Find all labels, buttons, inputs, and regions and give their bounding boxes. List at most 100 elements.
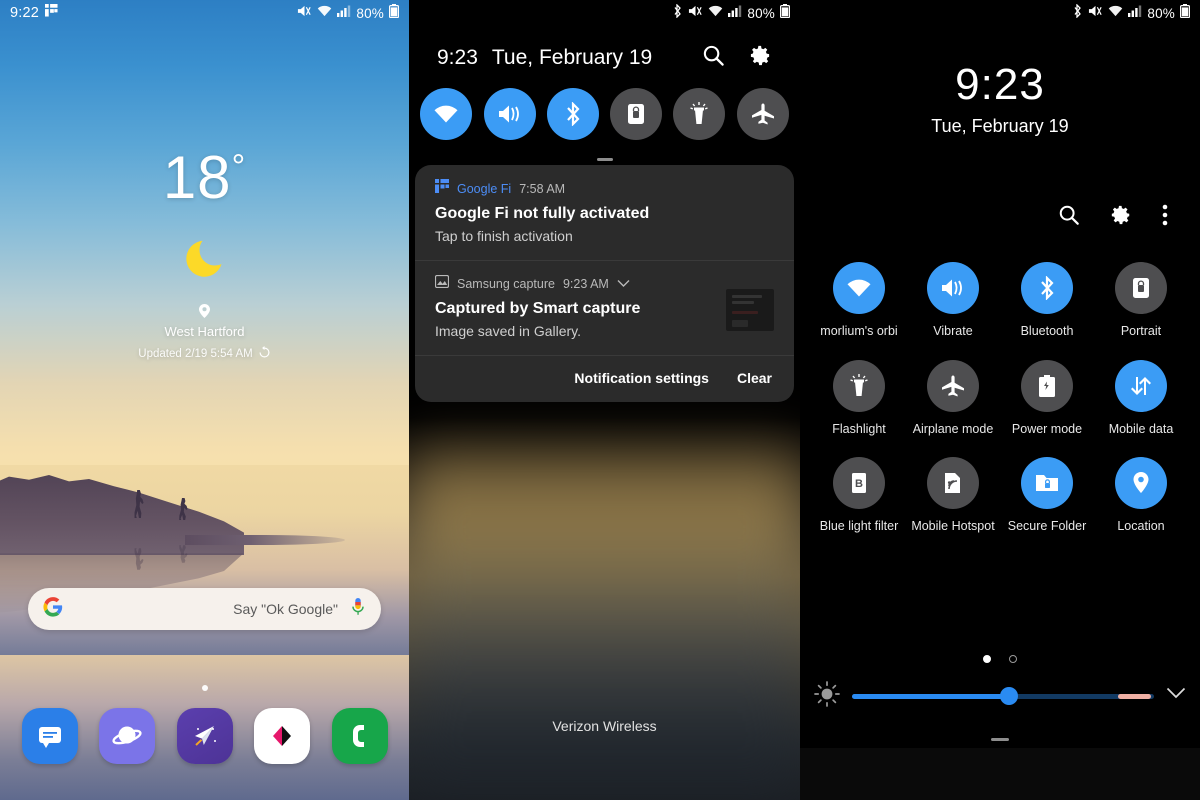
- airplane-icon[interactable]: [927, 359, 979, 412]
- qs-tile-portrait[interactable]: Portrait: [1098, 262, 1184, 340]
- bluetooth-icon: [1072, 2, 1083, 23]
- google-g-icon: [43, 596, 63, 622]
- qs-tile-label: Power mode: [1011, 421, 1083, 436]
- notification-thumbnail[interactable]: [726, 289, 774, 331]
- status-bar-clock: 9:22: [10, 5, 40, 21]
- mute-icon: [1088, 4, 1103, 23]
- qs-tile-flashlight[interactable]: Flashlight: [816, 359, 902, 438]
- qs-date: Tue, February 19: [931, 116, 1069, 137]
- qs-tile-row-3: B Blue light filter Mobile Hotspot Secur…: [816, 457, 1184, 535]
- location-pin-icon[interactable]: [1115, 457, 1167, 510]
- screenshot-stage: 9:22 80% 18° West Hartford Updated 2/19 …: [0, 0, 1200, 800]
- chevron-down-icon[interactable]: [1166, 687, 1186, 705]
- blue-light-icon[interactable]: B: [833, 457, 885, 510]
- qs-tile-location[interactable]: Location: [1098, 457, 1184, 535]
- weather-widget[interactable]: 18° West Hartford Updated 2/19 5:54 AM: [0, 148, 409, 362]
- rotation-lock-icon[interactable]: [1115, 262, 1167, 314]
- brightness-slider[interactable]: [852, 687, 1154, 705]
- search-icon[interactable]: [702, 44, 725, 72]
- dock-item-phone[interactable]: [331, 708, 388, 764]
- qs-tile-power-mode[interactable]: Power mode: [1004, 359, 1090, 438]
- power-mode-icon[interactable]: [1021, 359, 1073, 412]
- qs-tile-blue-light-filter[interactable]: B Blue light filter: [816, 457, 902, 535]
- gear-icon[interactable]: [749, 44, 772, 72]
- signal-icon: [337, 4, 351, 22]
- wifi-icon: [317, 4, 332, 22]
- toggle-airplane-mode[interactable]: [736, 88, 789, 140]
- qs-tile-bluetooth[interactable]: Bluetooth: [1004, 262, 1090, 340]
- more-vertical-icon[interactable]: [1162, 204, 1168, 231]
- qs-clock: 9:23: [955, 60, 1045, 109]
- battery-percent-label: 80%: [1147, 5, 1175, 21]
- brightness-slider-fill: [852, 693, 1010, 699]
- qs-tile-airplane-mode[interactable]: Airplane mode: [910, 359, 996, 438]
- toggle-vibrate[interactable]: [483, 88, 536, 140]
- battery-percent-label: 80%: [747, 5, 775, 21]
- wallpaper-sandbar: [185, 535, 345, 545]
- qs-tile-mobile-hotspot[interactable]: Mobile Hotspot: [910, 457, 996, 535]
- notification-shade-panel: 80% 9:23 Tue, February 19 Google Fi 7:58…: [409, 0, 800, 800]
- microphone-icon[interactable]: [350, 597, 366, 622]
- qs-page-dot-2[interactable]: [1009, 654, 1018, 663]
- qs-grabber-handle[interactable]: [800, 728, 1200, 746]
- qs-page-dot-1[interactable]: [982, 654, 991, 663]
- weather-temperature-value: 18: [162, 144, 232, 211]
- secure-folder-icon[interactable]: [1021, 457, 1073, 510]
- brightness-slider-row: [814, 676, 1186, 716]
- svg-text:B: B: [855, 478, 863, 490]
- refresh-icon[interactable]: [258, 346, 271, 362]
- wifi-icon[interactable]: [833, 262, 885, 314]
- moon-icon: [0, 230, 409, 278]
- dock-item-internet[interactable]: [99, 708, 155, 764]
- shade-blurred-wallpaper: [409, 430, 800, 800]
- brightness-slider-knob[interactable]: [1000, 687, 1019, 705]
- toggle-wifi[interactable]: [420, 88, 473, 140]
- qs-tile-label: Portrait: [1120, 324, 1162, 338]
- bluetooth-icon: [672, 2, 683, 23]
- qs-tile-grid: morlium's orbi Vibrate Bluetooth Portrai…: [816, 262, 1184, 555]
- mute-icon: [688, 4, 703, 23]
- notification-time: 7:58 AM: [519, 181, 566, 196]
- brightness-icon: [814, 680, 840, 712]
- qs-status-bar: 80%: [800, 0, 1200, 26]
- chevron-down-icon[interactable]: [617, 275, 630, 293]
- clear-notifications-button[interactable]: Clear: [737, 370, 772, 386]
- qs-tile-label: Blue light filter: [819, 519, 899, 534]
- notification-item-google-fi[interactable]: Google Fi 7:58 AM Google Fi not fully ac…: [415, 165, 794, 261]
- toggle-portrait-lock[interactable]: [610, 88, 663, 140]
- qs-tile-label: Airplane mode: [912, 421, 994, 436]
- qs-tile-wifi[interactable]: morlium's orbi: [816, 262, 902, 340]
- google-search-bar[interactable]: Say "Ok Google": [28, 588, 381, 630]
- vibrate-icon[interactable]: [927, 262, 979, 314]
- toggle-flashlight[interactable]: [673, 88, 726, 140]
- shade-date: Tue, February 19: [491, 46, 653, 69]
- hotspot-icon[interactable]: [927, 457, 979, 510]
- qs-tile-label: Mobile data: [1108, 421, 1174, 436]
- notification-title: Captured by Smart capture: [435, 300, 641, 317]
- brightness-warm-segment: [1117, 693, 1151, 699]
- mobile-data-icon[interactable]: [1115, 359, 1167, 412]
- notification-body: Tap to finish activation: [435, 228, 573, 244]
- dock-item-paper-plane[interactable]: [176, 708, 233, 764]
- weather-degree-symbol: °: [231, 148, 247, 186]
- notification-settings-button[interactable]: Notification settings: [574, 370, 709, 386]
- toggle-bluetooth[interactable]: [546, 88, 599, 140]
- dock-item-gallery[interactable]: [254, 708, 310, 764]
- gear-icon[interactable]: [1110, 204, 1132, 231]
- shade-header: 9:23 Tue, February 19: [409, 34, 800, 82]
- qs-page-indicator[interactable]: [800, 650, 1200, 668]
- search-icon[interactable]: [1058, 204, 1080, 231]
- qs-tile-mobile-data[interactable]: Mobile data: [1098, 359, 1184, 438]
- qs-panel-bottom-edge: [800, 748, 1200, 800]
- shade-grabber-handle[interactable]: [409, 148, 800, 166]
- qs-tile-label: Vibrate: [933, 324, 973, 338]
- qs-tile-row-2: Flashlight Airplane mode Power mode Mobi…: [816, 359, 1184, 438]
- qs-tile-row-1: morlium's orbi Vibrate Bluetooth Portrai…: [816, 262, 1184, 340]
- weather-location-label: West Hartford: [164, 324, 245, 339]
- qs-tile-vibrate[interactable]: Vibrate: [910, 262, 996, 340]
- bluetooth-icon[interactable]: [1021, 262, 1073, 314]
- flashlight-icon[interactable]: [833, 359, 885, 412]
- notification-item-samsung-capture[interactable]: Samsung capture 9:23 AM Captured by Smar…: [415, 261, 794, 356]
- dock-item-messages[interactable]: [21, 708, 78, 764]
- qs-tile-secure-folder[interactable]: Secure Folder: [1004, 457, 1090, 535]
